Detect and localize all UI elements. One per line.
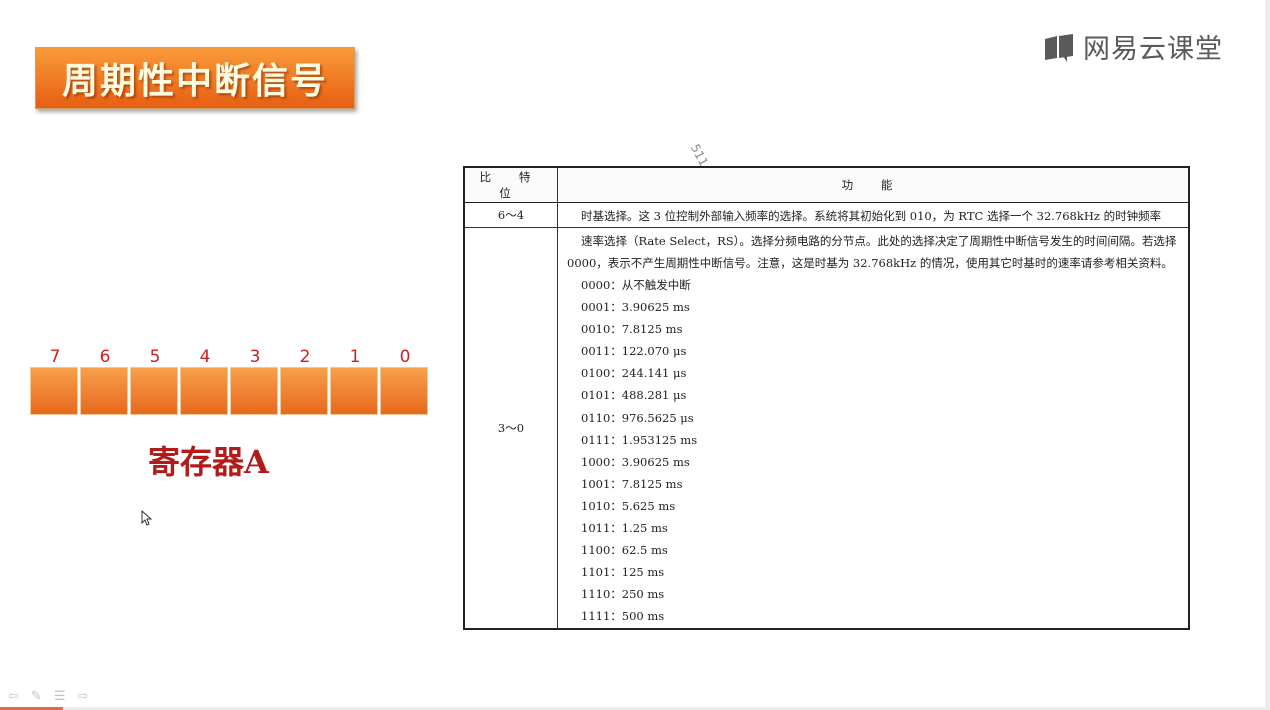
register-bits (30, 367, 430, 415)
rate-item: 0010：7.8125 ms (581, 322, 683, 337)
table-row: 6～4 时基选择。这 3 位控制外部输入频率的选择。系统将其初始化到 010，为… (463, 202, 1190, 228)
prev-icon[interactable]: ⇦ (8, 689, 19, 704)
register-bit-cell (180, 367, 228, 415)
slide-edge (1265, 0, 1270, 710)
mouse-cursor-icon (141, 510, 153, 526)
register-bit-cell (280, 367, 328, 415)
bit-range: 6～4 (463, 202, 558, 228)
bit-range: 3～0 (463, 227, 558, 629)
bit-number-row: 7 6 5 4 3 2 1 0 (30, 347, 431, 367)
next-icon[interactable]: ⇨ (77, 689, 88, 704)
rate-item: 1101：125 ms (581, 565, 665, 580)
logo-text: 网易云课堂 (1083, 34, 1223, 65)
rate-item: 0101：488.281 μs (581, 388, 687, 403)
rate-item: 0000：从不触发中断 (581, 278, 691, 292)
slide-title-box: 周期性中断信号 (35, 47, 355, 109)
bit-number: 4 (199, 347, 211, 367)
rate-item: 0001：3.90625 ms (581, 300, 690, 315)
register-bit-cell (30, 367, 78, 415)
rate-item: 1111：500 ms (581, 609, 665, 624)
table-header-bits: 比 特 位 (463, 166, 558, 203)
register-bit-cell (130, 367, 178, 415)
rate-item: 1100：62.5 ms (581, 543, 668, 558)
function-table: 比 特 位 功 能 6～4 时基选择。这 3 位控制外部输入频率的选择。系统将其… (463, 166, 1190, 630)
rate-item: 1011：1.25 ms (581, 521, 668, 536)
rate-item: 1001：7.8125 ms (581, 476, 683, 491)
rate-item: 0111：1.953125 ms (581, 432, 698, 447)
register-bit-cell (80, 367, 128, 415)
bit-number: 2 (299, 347, 311, 367)
pen-icon[interactable]: ✎ (31, 689, 42, 704)
description-text: 时基选择。这 3 位控制外部输入频率的选择。系统将其初始化到 010，为 RTC… (581, 209, 1162, 223)
function-description: 时基选择。这 3 位控制外部输入频率的选择。系统将其初始化到 010，为 RTC… (557, 202, 1190, 228)
rate-item: 1110：250 ms (581, 587, 665, 602)
register-label: 寄存器A (148, 443, 269, 481)
slideshow-controls: ⇦ ✎ ☰ ⇨ (8, 689, 88, 704)
bit-number: 6 (99, 347, 111, 367)
logo: 网易云课堂 (1043, 27, 1223, 66)
book-logo-icon (1045, 33, 1073, 62)
register-bit-cell (230, 367, 278, 415)
bit-number: 3 (249, 347, 261, 367)
rate-item: 0110：976.5625 μs (581, 410, 694, 425)
register-bit-cell (330, 367, 378, 415)
function-description: 速率选择（Rate Select，RS）。选择分频电路的分节点。此处的选择决定了… (557, 227, 1190, 629)
table-row: 3～0 速率选择（Rate Select，RS）。选择分频电路的分节点。此处的选… (463, 227, 1190, 629)
slide-title: 周期性中断信号 (61, 61, 328, 102)
bit-number: 0 (399, 347, 411, 367)
rate-item: 1010：5.625 ms (581, 498, 676, 513)
register-bit-cell (380, 367, 428, 415)
bit-number: 5 (149, 347, 161, 367)
rate-item: 1000：3.90625 ms (581, 454, 690, 469)
rate-item: 0100：244.141 μs (581, 366, 687, 381)
table-header-function: 功 能 (557, 166, 1190, 203)
description-text: 速率选择（Rate Select，RS）。选择分频电路的分节点。此处的选择决定了… (567, 234, 1177, 270)
menu-icon[interactable]: ☰ (54, 689, 66, 704)
bit-number: 7 (49, 347, 61, 367)
rate-item: 0011：122.070 μs (581, 344, 687, 359)
bit-number: 1 (349, 347, 361, 367)
